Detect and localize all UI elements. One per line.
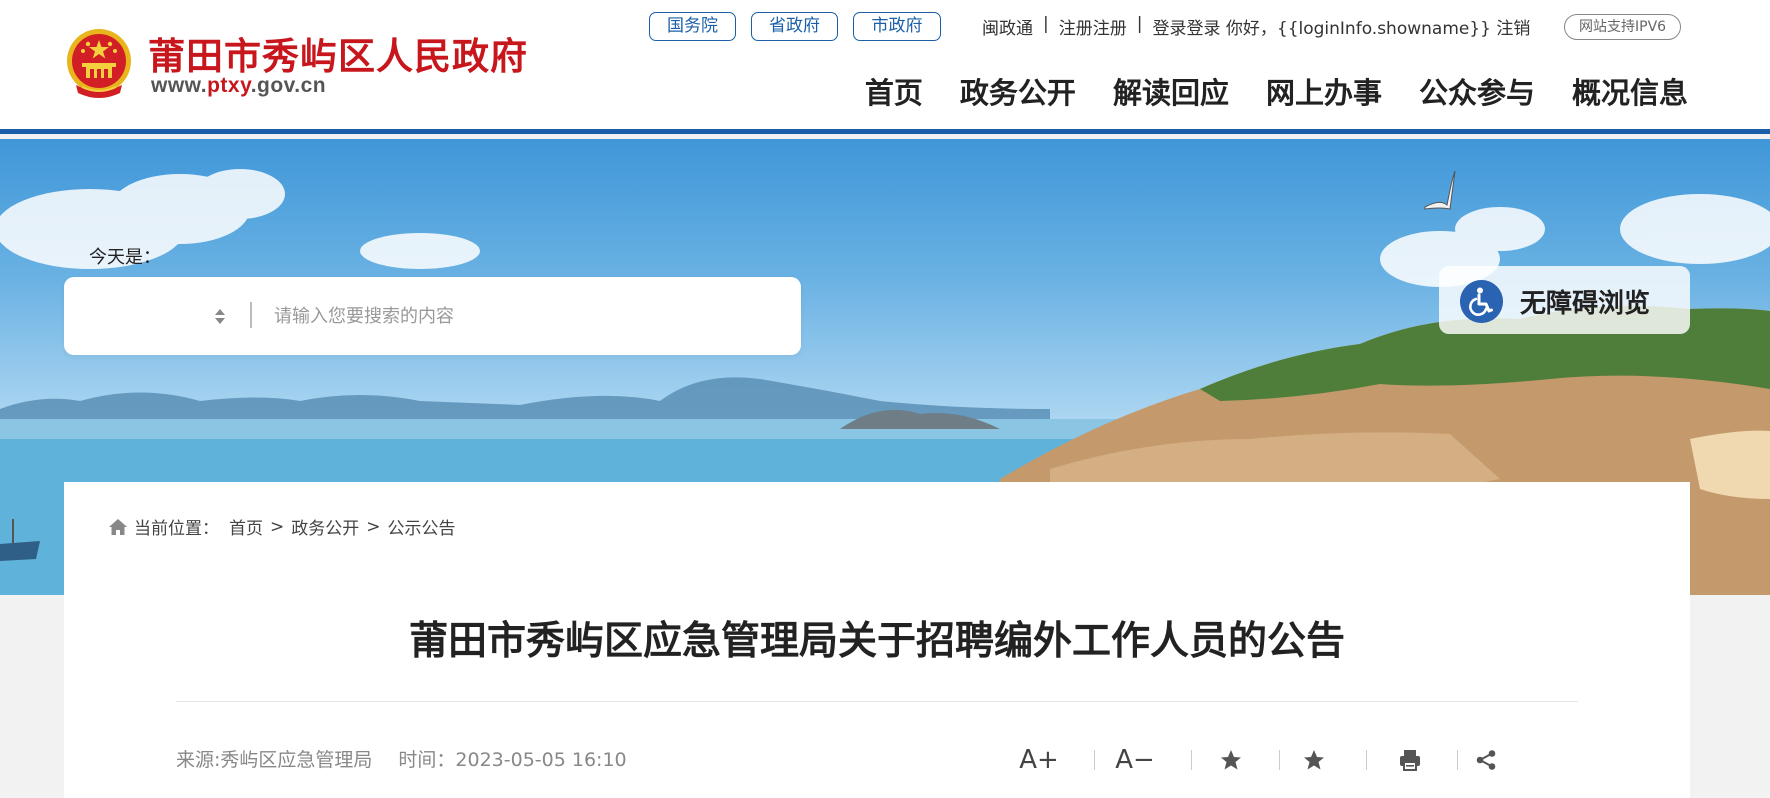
wheelchair-icon — [1460, 280, 1503, 323]
site-name[interactable]: 莆田市秀屿区人民政府 — [148, 26, 528, 80]
article-tools: A+ A− — [1014, 740, 1604, 780]
home-icon — [109, 518, 127, 535]
top-link-separator: | — [1136, 14, 1143, 34]
accessibility-button[interactable]: 无障碍浏览 — [1439, 266, 1690, 334]
breadcrumb-separator: > — [366, 516, 381, 537]
nav-home[interactable]: 首页 — [865, 70, 923, 112]
site-header: 莆田市秀屿区人民政府 www.ptxy.gov.cn 国务院 省政府 市政府 闽… — [0, 0, 1770, 134]
guowuyuan-link[interactable]: 国务院 — [649, 12, 736, 41]
article-meta: 来源:秀屿区应急管理局 时间：2023-05-05 16:10 — [176, 745, 627, 772]
top-links: 闽政通 | 注册注册 | 登录登录 你好，{{loginInfo.shownam… — [982, 14, 1530, 39]
breadcrumb-announcements[interactable]: 公示公告 — [388, 514, 456, 539]
breadcrumb-prefix: 当前位置： — [134, 519, 219, 539]
shizhengfu-link[interactable]: 市政府 — [853, 12, 941, 41]
print-icon — [1400, 750, 1420, 771]
top-link-separator: | — [1043, 14, 1049, 34]
nav-overview[interactable]: 概况信息 — [1572, 70, 1688, 112]
chevron-up-icon — [215, 308, 225, 315]
chevron-down-icon — [215, 317, 225, 324]
search-scope-select[interactable] — [209, 304, 231, 328]
today-label: 今天是： — [89, 247, 161, 268]
search-input[interactable] — [260, 291, 780, 341]
tool-separator — [1094, 750, 1095, 770]
national-emblem-icon[interactable] — [64, 27, 134, 101]
domain-suffix: .gov.cn — [250, 74, 327, 97]
favorite-button[interactable] — [1211, 740, 1251, 780]
tool-separator — [1366, 750, 1367, 770]
gov-links: 国务院 省政府 市政府 — [649, 12, 941, 41]
article-source: 来源:秀屿区应急管理局 — [176, 749, 373, 771]
print-button[interactable] — [1390, 740, 1430, 780]
nav-government-affairs[interactable]: 政务公开 — [960, 70, 1076, 112]
breadcrumb-separator: > — [270, 516, 285, 537]
main-nav: 首页 政务公开 解读回应 网上办事 公众参与 概况信息 — [865, 70, 1688, 112]
login-greeting[interactable]: 登录登录 你好，{{loginInfo.showname}} 注销 — [1152, 14, 1530, 39]
font-increase-button[interactable]: A+ — [1014, 740, 1064, 780]
ipv6-badge: 网站支持IPV6 — [1564, 14, 1682, 40]
search-box — [64, 277, 801, 355]
breadcrumb: 当前位置： 首页 > 政务公开 > 公示公告 — [108, 514, 456, 539]
article-time: 时间：2023-05-05 16:10 — [398, 749, 627, 771]
breadcrumb-government-affairs[interactable]: 政务公开 — [291, 514, 359, 539]
title-divider — [176, 701, 1578, 702]
domain-highlight: ptxy — [207, 74, 251, 97]
star-icon — [1304, 750, 1324, 770]
nav-online-services[interactable]: 网上办事 — [1266, 70, 1382, 112]
font-decrease-label: A− — [1115, 745, 1155, 775]
share-button[interactable] — [1466, 740, 1506, 780]
tool-separator — [1191, 750, 1192, 770]
font-decrease-button[interactable]: A− — [1110, 740, 1160, 780]
tool-separator — [1457, 750, 1458, 770]
search-divider — [250, 302, 252, 328]
breadcrumb-home[interactable]: 首页 — [229, 514, 263, 539]
tool-separator — [1279, 750, 1280, 770]
register-link[interactable]: 注册注册 — [1059, 14, 1127, 39]
share-icon — [1476, 750, 1496, 770]
nav-public-participation[interactable]: 公众参与 — [1419, 70, 1535, 112]
site-domain: www.ptxy.gov.cn — [151, 74, 326, 98]
domain-prefix: www. — [151, 74, 208, 97]
accessibility-label: 无障碍浏览 — [1520, 289, 1651, 319]
article-card: 当前位置： 首页 > 政务公开 > 公示公告 莆田市秀屿区应急管理局关于招聘编外… — [64, 482, 1690, 798]
shengzhengfu-link[interactable]: 省政府 — [751, 12, 838, 41]
minzhengtong-link[interactable]: 闽政通 — [982, 14, 1033, 39]
collect-button[interactable] — [1294, 740, 1334, 780]
font-increase-label: A+ — [1019, 745, 1059, 775]
nav-interpretation[interactable]: 解读回应 — [1113, 70, 1229, 112]
article-title: 莆田市秀屿区应急管理局关于招聘编外工作人员的公告 — [408, 619, 1345, 664]
star-icon — [1221, 750, 1241, 770]
